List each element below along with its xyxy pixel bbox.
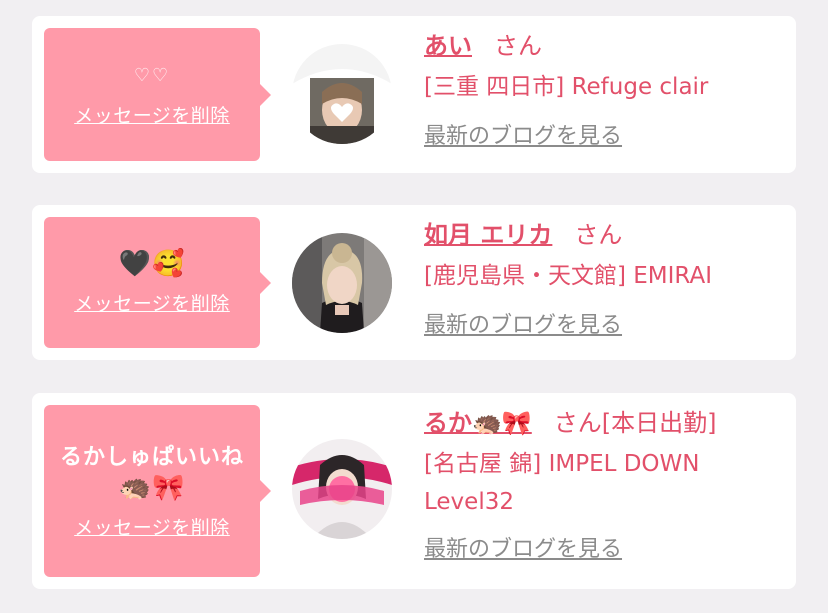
message-text: 🖤🥰: [118, 249, 186, 279]
message-list: ♡♡ メッセージを削除 あい さん [三重 四日市] Refuge clair 最…: [0, 0, 828, 613]
shop-info: [鹿児島県・天文館] EMIRAI: [424, 263, 712, 289]
avatar-image: [292, 439, 392, 539]
delete-message-link[interactable]: メッセージを削除: [74, 101, 230, 128]
shop-info: [三重 四日市] Refuge clair: [424, 74, 709, 100]
delete-message-link[interactable]: メッセージを削除: [74, 289, 230, 316]
message-text: るかしゅぱいいね: [59, 444, 244, 470]
cast-name-link[interactable]: 如月 エリカ: [424, 221, 552, 249]
status-badge: [本日出勤]: [601, 409, 717, 437]
message-bubble: ♡♡ メッセージを削除: [44, 28, 271, 161]
profile-info: あい さん [三重 四日市] Refuge clair 最新のブログを見る: [424, 28, 782, 150]
avatar-image: [292, 44, 392, 144]
message-card: ♡♡ メッセージを削除 あい さん [三重 四日市] Refuge clair 最…: [32, 16, 796, 173]
message-emoji: 🦔🎀: [118, 472, 186, 503]
latest-blog-link[interactable]: 最新のブログを見る: [424, 307, 622, 339]
honorific: さん: [494, 32, 542, 60]
message-card: るかしゅぱいいね 🦔🎀 メッセージを削除 るか🦔🎀 さん[本日出勤] [名古屋 錦…: [32, 393, 796, 589]
avatar[interactable]: [292, 44, 392, 144]
avatar[interactable]: [292, 233, 392, 333]
avatar[interactable]: [292, 439, 392, 539]
message-bubble: 🖤🥰 メッセージを削除: [44, 217, 271, 348]
message-text: ♡♡: [133, 65, 171, 86]
latest-blog-link[interactable]: 最新のブログを見る: [424, 118, 622, 150]
honorific: さん: [574, 221, 623, 249]
profile-info: るか🦔🎀 さん[本日出勤] [名古屋 錦] IMPEL DOWN Level32 …: [424, 405, 782, 563]
latest-blog-link[interactable]: 最新のブログを見る: [424, 531, 622, 563]
avatar-image: [292, 233, 392, 333]
cast-name-link[interactable]: あい: [424, 32, 472, 60]
cast-name-link[interactable]: るか🦔🎀: [424, 409, 532, 437]
message-card: 🖤🥰 メッセージを削除 如月 エリカ さん [鹿児島県・天文館] EMIRAI 最…: [32, 205, 796, 360]
delete-message-link[interactable]: メッセージを削除: [74, 513, 230, 540]
message-bubble: るかしゅぱいいね 🦔🎀 メッセージを削除: [44, 405, 271, 577]
profile-info: 如月 エリカ さん [鹿児島県・天文館] EMIRAI 最新のブログを見る: [424, 217, 782, 339]
honorific: さん: [553, 409, 602, 437]
shop-info: [名古屋 錦] IMPEL DOWN Level32: [424, 451, 700, 515]
